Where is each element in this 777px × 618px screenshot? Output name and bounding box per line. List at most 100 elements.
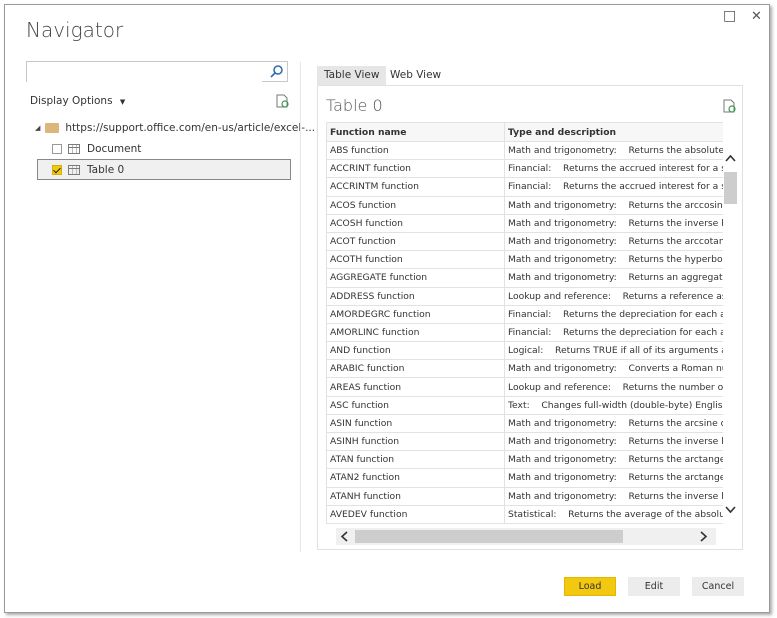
function-name-cell[interactable]: ADDRESS function (326, 286, 505, 306)
function-name-cell[interactable]: AVEDEV function (326, 504, 505, 524)
type-description-cell[interactable]: Math and trigonometry: Returns the arcco… (504, 231, 723, 252)
function-name-cell[interactable]: ACCRINTM function (326, 177, 505, 197)
horizontal-scroll-thumb[interactable] (355, 530, 623, 543)
close-icon[interactable]: ✕ (751, 9, 762, 24)
tab-web-view[interactable]: Web View (383, 66, 448, 85)
function-name-cell[interactable]: AGGREGATE function (326, 268, 505, 288)
refresh-file-icon[interactable] (276, 94, 289, 108)
table-row: ACCRINTM function Financial: Returns the … (326, 177, 723, 197)
edit-button[interactable]: Edit (628, 577, 680, 596)
function-name-cell[interactable]: ACOSH function (326, 213, 505, 233)
vertical-scrollbar[interactable] (723, 150, 738, 520)
table-row (326, 522, 723, 524)
table-row: AND function Logical: Returns TRUE if all… (326, 341, 723, 361)
tree-item-label: Table 0 (87, 163, 125, 176)
table-row: ATAN function Math and trigonometry: Retu… (326, 450, 723, 470)
table-row: AVEDEV function Statistical: Returns the … (326, 504, 723, 524)
table-row: AREAS function Lookup and reference: Retu… (326, 377, 723, 397)
function-name-cell[interactable]: ACOS function (326, 195, 505, 215)
type-description-cell[interactable]: Financial: Returns the accrued interest … (504, 159, 723, 179)
table-row: AGGREGATE function Math and trigonometry:… (326, 268, 723, 288)
type-description-cell[interactable]: Math and trigonometry: Returns the inver… (504, 486, 723, 506)
type-description-cell[interactable]: Math and trigonometry: Returns the absol… (504, 140, 723, 161)
type-description-cell[interactable]: Lookup and reference: Returns the number… (504, 377, 723, 397)
type-description-cell[interactable]: Math and trigonometry: Returns the arcta… (504, 450, 723, 470)
display-options-label: Display Options (30, 95, 113, 107)
tree-root-item[interactable]: ◢ https://support.office.com/en-us/artic… (35, 117, 315, 138)
function-name-cell[interactable]: ATAN2 function (326, 468, 505, 488)
tab-table-view[interactable]: Table View (317, 66, 387, 85)
display-options-dropdown[interactable]: Display Options ▼ (30, 95, 125, 107)
function-name-cell[interactable]: AND function (326, 341, 505, 361)
tree-item-label: Document (87, 142, 142, 155)
dialog-title: Navigator (26, 18, 124, 42)
table-row: ACOSH function Math and trigonometry: Ret… (326, 213, 723, 233)
checkbox[interactable] (52, 143, 62, 154)
table-row: ACOTH function Math and trigonometry: Ret… (326, 250, 723, 270)
table-row: ADDRESS function Lookup and reference: Re… (326, 286, 723, 306)
type-description-cell[interactable]: Math and trigonometry: Returns the arcco… (504, 195, 723, 215)
column-header[interactable]: Function name (326, 122, 505, 142)
type-description-cell[interactable]: Statistical: Returns the average of the … (504, 504, 723, 524)
table-row: ACOS function Math and trigonometry: Retu… (326, 195, 723, 215)
scroll-down-icon[interactable] (725, 506, 736, 514)
type-description-cell[interactable]: Math and trigonometry: Returns the arcsi… (504, 413, 723, 434)
type-description-cell[interactable] (504, 522, 723, 524)
load-button[interactable]: Load (564, 577, 616, 596)
type-description-cell[interactable]: Lookup and reference: Returns a referenc… (504, 286, 723, 306)
search-input[interactable] (27, 64, 262, 84)
function-name-cell[interactable]: ACOT function (326, 231, 505, 252)
scroll-left-icon[interactable] (340, 531, 348, 542)
table-icon (68, 143, 80, 154)
type-description-cell[interactable]: Math and trigonometry: Converts a Roman … (504, 359, 723, 379)
scroll-right-icon[interactable] (700, 531, 708, 542)
tree-root-label: https://support.office.com/en-us/article… (65, 121, 316, 134)
function-name-cell[interactable]: AREAS function (326, 377, 505, 397)
type-description-cell[interactable]: Financial: Returns the depreciation for … (504, 322, 723, 343)
function-name-cell[interactable]: ASINH function (326, 431, 505, 452)
checkbox[interactable] (52, 164, 62, 175)
function-name-cell[interactable]: ASC function (326, 395, 505, 415)
function-name-cell[interactable]: ACOTH function (326, 250, 505, 270)
table-row: ACCRINT function Financial: Returns the a… (326, 159, 723, 179)
horizontal-scrollbar[interactable] (336, 528, 716, 545)
function-name-cell[interactable]: AMORLINC function (326, 322, 505, 343)
table-row: AMORDEGRC function Financial: Returns the… (326, 304, 723, 324)
type-description-cell[interactable]: Logical: Returns TRUE if all of its argu… (504, 341, 723, 361)
table-row: ACOT function Math and trigonometry: Retu… (326, 231, 723, 252)
table-icon (68, 164, 80, 175)
tree-item-document[interactable]: Document (52, 138, 141, 159)
table-row: ASIN function Math and trigonometry: Retu… (326, 413, 723, 434)
type-description-cell[interactable]: Math and trigonometry: Returns the inver… (504, 213, 723, 233)
search-icon[interactable] (270, 65, 283, 78)
folder-icon (45, 122, 60, 133)
table-row: ASC function Text: Changes full-width (do… (326, 395, 723, 415)
scroll-up-icon[interactable] (725, 154, 736, 162)
function-name-cell[interactable]: ARABIC function (326, 359, 505, 379)
function-name-cell[interactable]: ACCRINT function (326, 159, 505, 179)
table-row: ATAN2 function Math and trigonometry: Ret… (326, 468, 723, 488)
function-name-cell[interactable]: AMORDEGRC function (326, 304, 505, 324)
function-name-cell[interactable]: ATANH function (326, 486, 505, 506)
table-row: ASINH function Math and trigonometry: Ret… (326, 431, 723, 452)
function-name-cell[interactable] (326, 522, 505, 524)
type-description-cell[interactable]: Math and trigonometry: Returns the inver… (504, 431, 723, 452)
tree-item-table-0[interactable]: Table 0 (37, 159, 291, 180)
type-description-cell[interactable]: Math and trigonometry: Returns the hyper… (504, 250, 723, 270)
type-description-cell[interactable]: Text: Changes full-width (double-byte) E… (504, 395, 723, 415)
expand-triangle-icon[interactable]: ◢ (35, 124, 40, 132)
type-description-cell[interactable]: Financial: Returns the depreciation for … (504, 304, 723, 324)
type-description-cell[interactable]: Financial: Returns the accrued interest … (504, 177, 723, 197)
refresh-file-icon[interactable] (723, 99, 736, 113)
vertical-scroll-thumb[interactable] (724, 172, 737, 204)
function-name-cell[interactable]: ATAN function (326, 450, 505, 470)
function-name-cell[interactable]: ABS function (326, 140, 505, 161)
cancel-button[interactable]: Cancel (692, 577, 744, 596)
type-description-cell[interactable]: Math and trigonometry: Returns an aggreg… (504, 268, 723, 288)
type-description-cell[interactable]: Math and trigonometry: Returns the arcta… (504, 468, 723, 488)
maximize-icon[interactable]: □ (723, 8, 736, 24)
table-row: ABS function Math and trigonometry: Retur… (326, 140, 723, 161)
column-header[interactable]: Type and description (504, 122, 723, 142)
preview-table: Function name Type and description ABS f… (326, 122, 723, 524)
function-name-cell[interactable]: ASIN function (326, 413, 505, 434)
